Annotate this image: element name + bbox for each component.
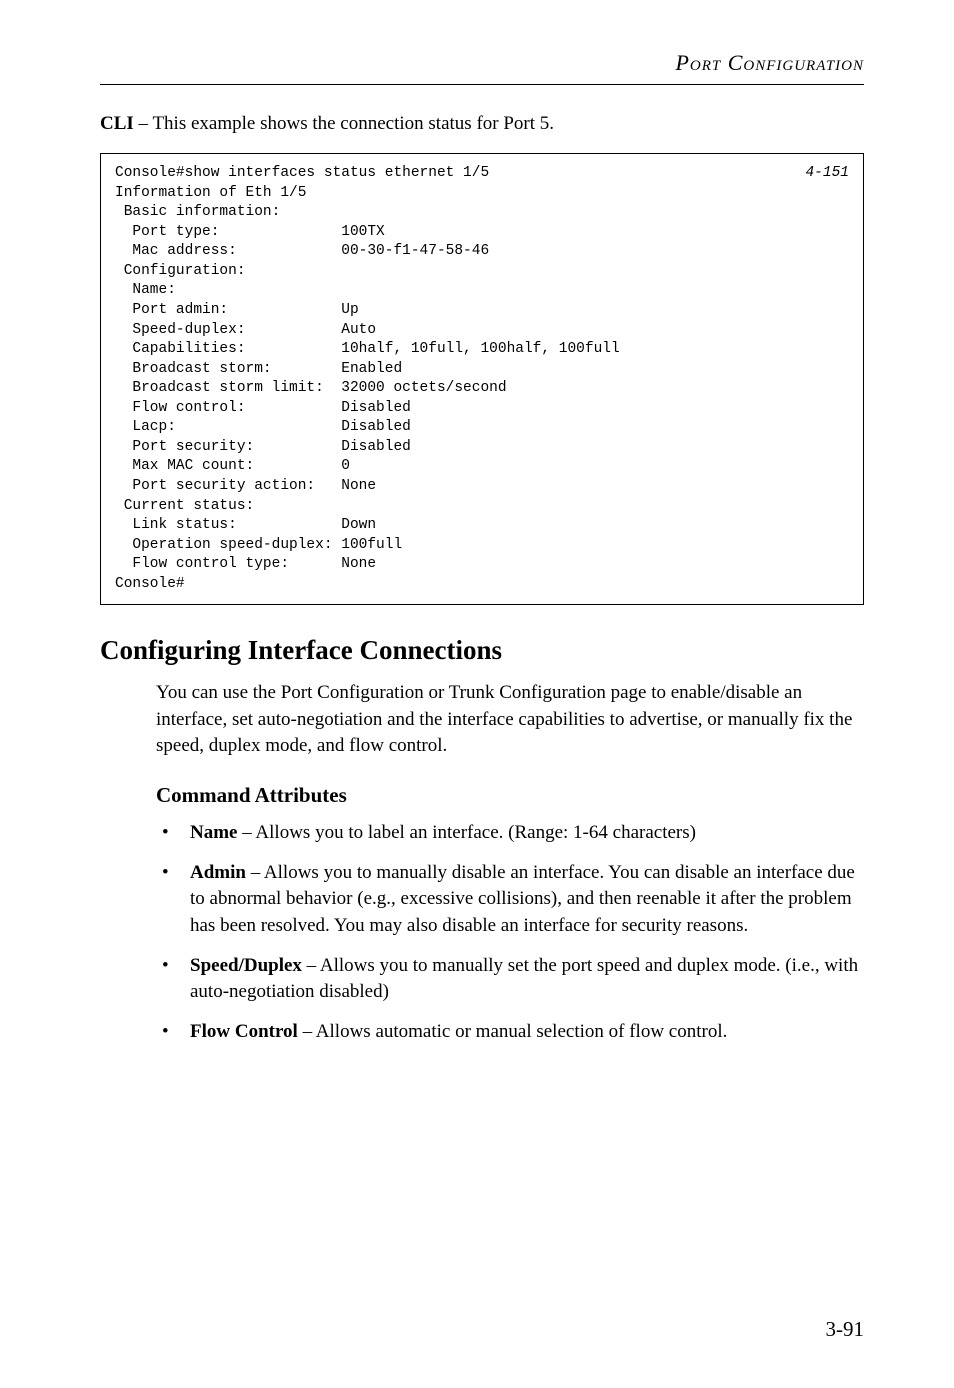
header-rule [100, 84, 864, 85]
list-item: Flow Control – Allows automatic or manua… [156, 1019, 864, 1045]
intro-text: – This example shows the connection stat… [134, 113, 554, 134]
attr-desc: – Allows automatic or manual selection o… [298, 1021, 728, 1042]
attr-name: Admin [190, 862, 246, 883]
console-output: Console#show interfaces status ethernet … [100, 153, 864, 605]
console-body: Information of Eth 1/5 Basic information… [115, 185, 620, 592]
list-item: Admin – Allows you to manually disable a… [156, 860, 864, 939]
attributes-list: Name – Allows you to label an interface.… [156, 820, 864, 1046]
section-heading: Configuring Interface Connections [100, 635, 864, 666]
attr-name: Name [190, 822, 237, 843]
attr-name: Speed/Duplex [190, 955, 302, 976]
attr-name: Flow Control [190, 1021, 298, 1042]
attr-desc: – Allows you to label an interface. (Ran… [237, 822, 695, 843]
page-number: 3-91 [826, 1317, 865, 1342]
section-body: You can use the Port Configuration or Tr… [156, 680, 864, 759]
attr-desc: – Allows you to manually disable an inte… [190, 862, 855, 935]
running-header: Port Configuration [100, 50, 864, 76]
list-item: Speed/Duplex – Allows you to manually se… [156, 953, 864, 1005]
list-item: Name – Allows you to label an interface.… [156, 820, 864, 846]
subsection-heading: Command Attributes [156, 783, 864, 808]
intro-prefix: CLI [100, 113, 134, 134]
console-page-ref: 4-151 [805, 164, 849, 184]
console-command: Console#show interfaces status ethernet … [115, 164, 489, 184]
intro-paragraph: CLI – This example shows the connection … [100, 113, 864, 135]
